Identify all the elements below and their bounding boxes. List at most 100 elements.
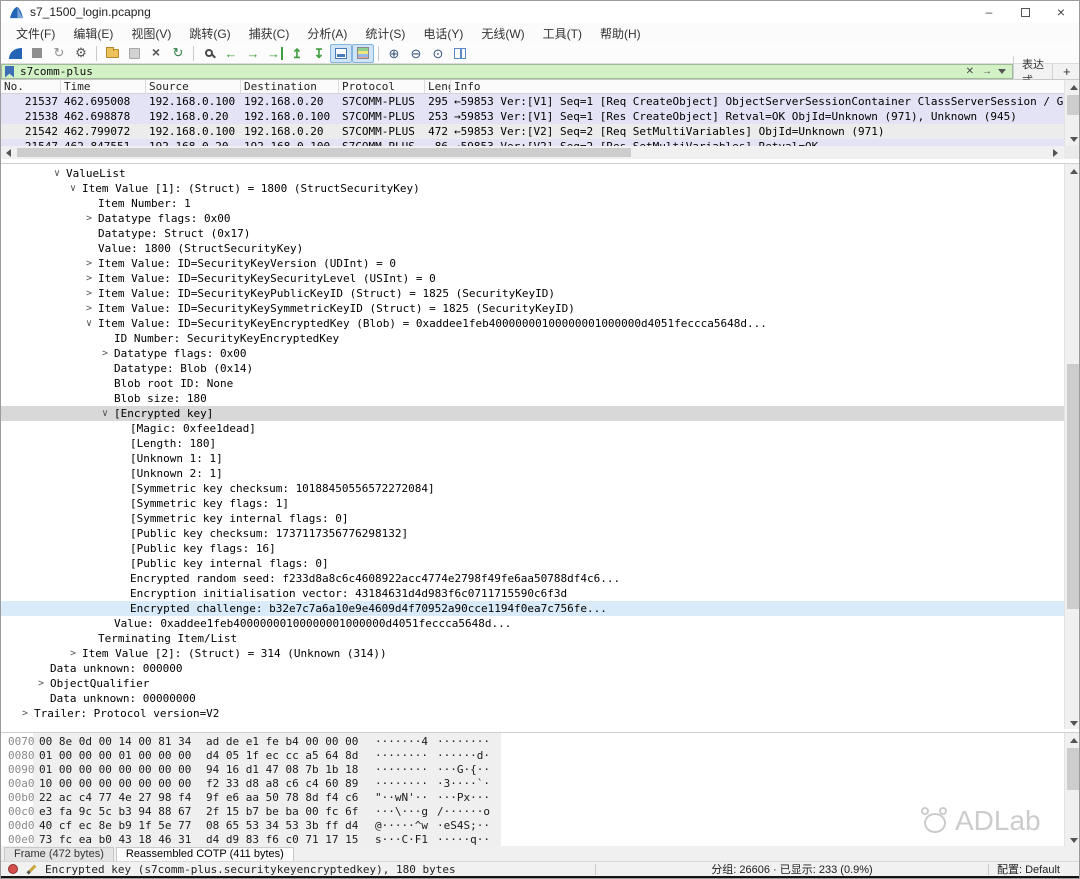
expanded-arrow-icon[interactable]: ∨ bbox=[102, 406, 108, 421]
detail-vscrollbar[interactable] bbox=[1064, 164, 1079, 729]
capture-options-button[interactable] bbox=[70, 44, 92, 63]
tree-row[interactable]: Terminating Item/List bbox=[1, 631, 1064, 646]
tree-row[interactable]: >Item Value [2]: (Struct) = 314 (Unknown… bbox=[1, 646, 1064, 661]
tree-row[interactable]: ∨Item Value [1]: (Struct) = 1800 (Struct… bbox=[1, 181, 1064, 196]
open-file-button[interactable] bbox=[101, 44, 123, 63]
zoom-in-button[interactable]: ⊕ bbox=[383, 44, 405, 63]
tree-row[interactable]: >Item Value: ID=SecurityKeyPublicKeyID (… bbox=[1, 286, 1064, 301]
colorize-packets-button[interactable] bbox=[352, 44, 374, 63]
hex-row[interactable]: 00e073 fc ea b0 43 18 46 31d4 d9 83 f6 c… bbox=[1, 833, 1079, 846]
bytes-vscrollbar[interactable] bbox=[1064, 733, 1079, 846]
expanded-arrow-icon[interactable]: ∨ bbox=[86, 316, 92, 331]
vscroll-down-arrow[interactable] bbox=[1065, 716, 1079, 729]
tree-row[interactable]: Item Number: 1 bbox=[1, 196, 1064, 211]
menu-item[interactable]: 帮助(H) bbox=[591, 23, 650, 44]
restart-capture-button[interactable] bbox=[48, 44, 70, 63]
menu-item[interactable]: 视图(V) bbox=[122, 23, 180, 44]
expanded-arrow-icon[interactable]: ∨ bbox=[70, 181, 76, 196]
tree-row[interactable]: [Symmetric key flags: 1] bbox=[1, 496, 1064, 511]
packet-row[interactable]: 21547462.847551192.168.0.20192.168.0.100… bbox=[1, 139, 1064, 146]
menu-item[interactable]: 跳转(G) bbox=[180, 23, 239, 44]
save-file-button[interactable] bbox=[123, 44, 145, 63]
tree-row[interactable]: [Unknown 1: 1] bbox=[1, 451, 1064, 466]
menu-item[interactable]: 无线(W) bbox=[472, 23, 533, 44]
menu-item[interactable]: 编辑(E) bbox=[64, 23, 122, 44]
tree-row[interactable]: >Trailer: Protocol version=V2 bbox=[1, 706, 1064, 721]
tree-row[interactable]: [Symmetric key internal flags: 0] bbox=[1, 511, 1064, 526]
hex-row[interactable]: 008001 00 00 00 01 00 00 00d4 05 1f ec c… bbox=[1, 749, 1079, 763]
column-header[interactable]: Source bbox=[146, 80, 241, 94]
tree-row[interactable]: [Symmetric key checksum: 101884505565722… bbox=[1, 481, 1064, 496]
collapsed-arrow-icon[interactable]: > bbox=[86, 271, 92, 286]
tree-row[interactable]: ∨Item Value: ID=SecurityKeyEncryptedKey … bbox=[1, 316, 1064, 331]
hscroll-thumb[interactable] bbox=[17, 148, 631, 157]
packet-row[interactable]: 21542462.799072192.168.0.100192.168.0.20… bbox=[1, 124, 1064, 139]
menu-item[interactable]: 分析(A) bbox=[298, 23, 356, 44]
vscroll-down-arrow[interactable] bbox=[1065, 132, 1080, 146]
tree-row[interactable]: >Datatype flags: 0x00 bbox=[1, 346, 1064, 361]
packet-list-hscrollbar[interactable] bbox=[1, 146, 1064, 159]
collapsed-arrow-icon[interactable]: > bbox=[86, 211, 92, 226]
vscroll-down-arrow[interactable] bbox=[1065, 833, 1079, 846]
collapsed-arrow-icon[interactable]: > bbox=[86, 286, 92, 301]
packet-row[interactable]: 21537462.695008192.168.0.100192.168.0.20… bbox=[1, 94, 1064, 109]
stop-capture-button[interactable] bbox=[26, 44, 48, 63]
apply-filter-icon[interactable]: → bbox=[978, 66, 996, 77]
tree-row[interactable]: Data unknown: 00000000 bbox=[1, 691, 1064, 706]
column-header[interactable]: Time bbox=[61, 80, 146, 94]
tree-row[interactable]: [Public key flags: 16] bbox=[1, 541, 1064, 556]
filter-history-chevron-icon[interactable] bbox=[998, 69, 1006, 74]
vscroll-up-arrow[interactable] bbox=[1065, 733, 1079, 747]
hex-row[interactable]: 007000 8e 0d 00 14 00 81 34ad de e1 fe b… bbox=[1, 735, 1079, 749]
tree-row[interactable]: Encryption initialisation vector: 431846… bbox=[1, 586, 1064, 601]
minimize-button[interactable]: – bbox=[971, 1, 1007, 23]
close-button[interactable]: × bbox=[1043, 1, 1079, 23]
tree-row[interactable]: [Length: 180] bbox=[1, 436, 1064, 451]
tree-row[interactable]: >ObjectQualifier bbox=[1, 676, 1064, 691]
menu-item[interactable]: 捕获(C) bbox=[240, 23, 299, 44]
hex-row[interactable]: 009001 00 00 00 00 00 00 0094 16 d1 47 0… bbox=[1, 763, 1079, 777]
bookmark-icon[interactable] bbox=[5, 66, 14, 78]
menu-item[interactable]: 电话(Y) bbox=[414, 23, 472, 44]
find-packet-button[interactable] bbox=[198, 44, 220, 63]
hex-row[interactable]: 00b022 ac c4 77 4e 27 98 f49f e6 aa 50 7… bbox=[1, 791, 1079, 805]
hex-row[interactable]: 00a010 00 00 00 00 00 00 00f2 33 d8 a8 c… bbox=[1, 777, 1079, 791]
expanded-arrow-icon[interactable]: ∨ bbox=[54, 166, 60, 181]
display-filter-input[interactable] bbox=[20, 65, 962, 78]
column-header[interactable]: Info bbox=[451, 80, 1064, 94]
hscroll-right-arrow[interactable] bbox=[1048, 146, 1063, 159]
byte-source-tab[interactable]: Frame (472 bytes) bbox=[4, 847, 114, 861]
tree-row[interactable]: [Magic: 0xfee1dead] bbox=[1, 421, 1064, 436]
capture-comment-icon[interactable] bbox=[27, 864, 37, 874]
zoom-reset-button[interactable]: ⊙ bbox=[427, 44, 449, 63]
go-back-button[interactable]: ← bbox=[220, 44, 242, 63]
collapsed-arrow-icon[interactable]: > bbox=[86, 256, 92, 271]
tree-row[interactable]: [Public key internal flags: 0] bbox=[1, 556, 1064, 571]
go-first-packet-button[interactable]: ↥ bbox=[286, 44, 308, 63]
column-header[interactable]: Protocol bbox=[339, 80, 425, 94]
tree-row[interactable]: [Unknown 2: 1] bbox=[1, 466, 1064, 481]
maximize-button[interactable] bbox=[1007, 1, 1043, 23]
column-header[interactable]: Destination bbox=[241, 80, 339, 94]
reload-file-button[interactable] bbox=[167, 44, 189, 63]
tree-row[interactable]: Encrypted challenge: b32e7c7a6a10e9e4609… bbox=[1, 601, 1064, 616]
vscroll-thumb[interactable] bbox=[1067, 95, 1080, 115]
column-header[interactable]: Leng bbox=[425, 80, 451, 94]
collapsed-arrow-icon[interactable]: > bbox=[22, 706, 28, 721]
tree-row[interactable]: ID Number: SecurityKeyEncryptedKey bbox=[1, 331, 1064, 346]
go-forward-button[interactable]: → bbox=[242, 44, 264, 63]
byte-source-tab[interactable]: Reassembled COTP (411 bytes) bbox=[116, 847, 294, 861]
menu-item[interactable]: 工具(T) bbox=[534, 23, 591, 44]
add-filter-button[interactable]: + bbox=[1052, 64, 1080, 79]
hex-row[interactable]: 00d040 cf ec 8e b9 1f 5e 7708 65 53 34 5… bbox=[1, 819, 1079, 833]
tree-row[interactable]: Value: 0xaddee1feb4000000010000000100000… bbox=[1, 616, 1064, 631]
vscroll-up-arrow[interactable] bbox=[1065, 164, 1079, 178]
collapsed-arrow-icon[interactable]: > bbox=[70, 646, 76, 661]
vscroll-thumb[interactable] bbox=[1067, 748, 1079, 790]
display-filter-field[interactable]: ✕ → bbox=[1, 64, 1013, 79]
go-last-packet-button[interactable]: ↧ bbox=[308, 44, 330, 63]
tree-row[interactable]: >Item Value: ID=SecurityKeySymmetricKeyI… bbox=[1, 301, 1064, 316]
expert-info-icon[interactable] bbox=[8, 864, 18, 874]
packet-row[interactable]: 21538462.698878192.168.0.20192.168.0.100… bbox=[1, 109, 1064, 124]
start-capture-button[interactable] bbox=[4, 44, 26, 63]
